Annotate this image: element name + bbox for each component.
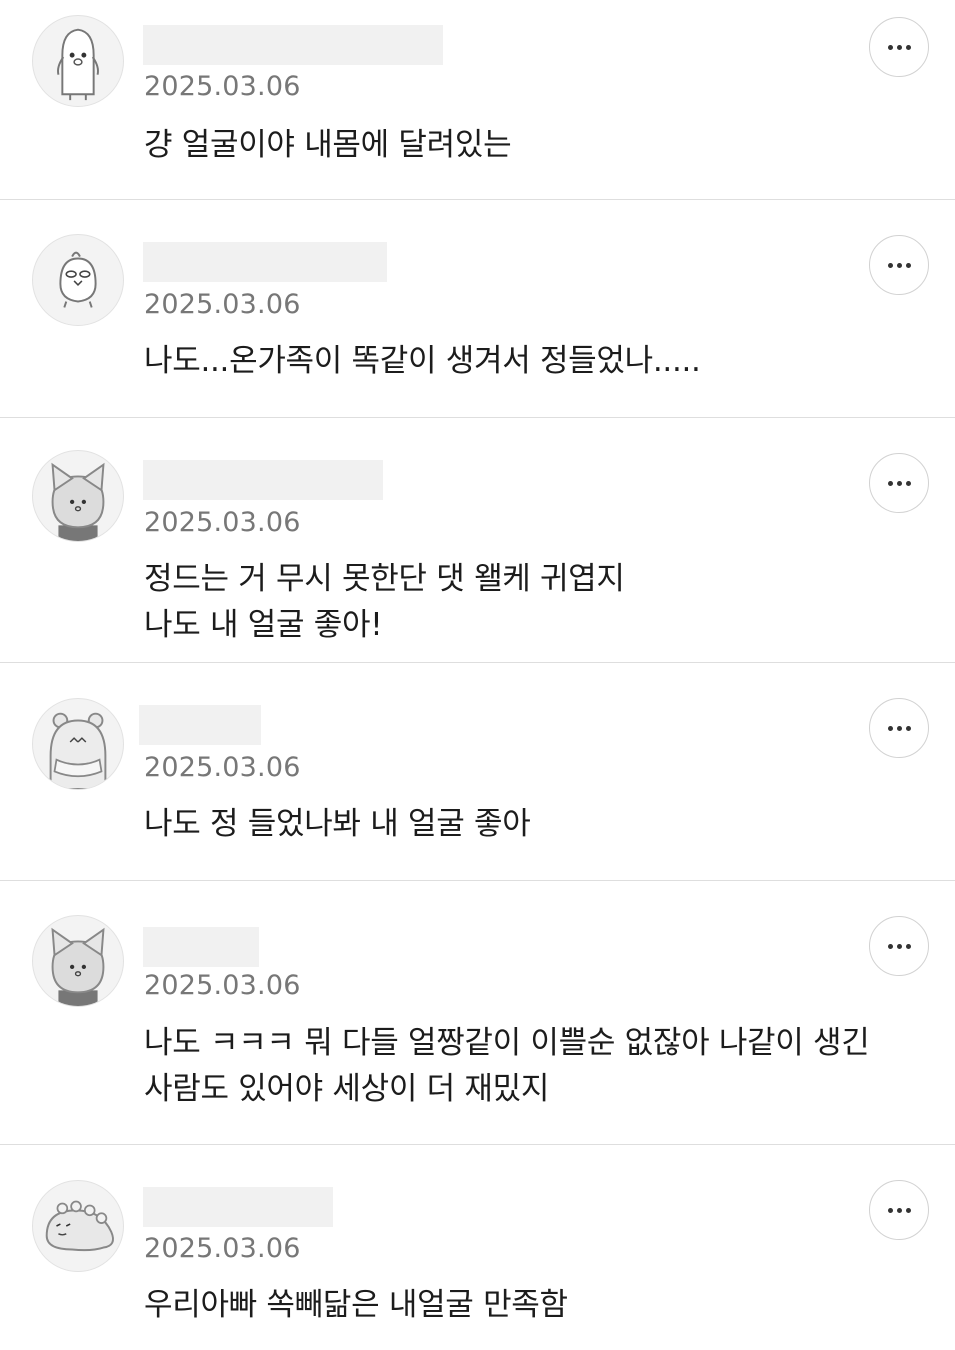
more-options-button[interactable] xyxy=(869,17,929,77)
more-horizontal-icon xyxy=(887,262,893,268)
more-dot xyxy=(905,480,911,486)
author-name-redacted[interactable] xyxy=(143,460,383,500)
comment-date: 2025.03.06 xyxy=(144,289,301,320)
more-options-button[interactable] xyxy=(869,698,929,758)
more-dot xyxy=(896,262,902,268)
comment-item: 2025.03.06 정드는 거 무시 못한단 댓 왤케 귀엽지 나도 내 얼굴… xyxy=(0,418,955,663)
comment-text: 나도 정 들었나봐 내 얼굴 좋아 xyxy=(144,801,915,847)
comment-text: 정드는 거 무시 못한단 댓 왤케 귀엽지 나도 내 얼굴 좋아! xyxy=(144,556,915,648)
more-options-button[interactable] xyxy=(869,235,929,295)
comment-item: 2025.03.06 걍 얼굴이야 내몸에 달려있는 xyxy=(0,0,955,200)
author-name-redacted[interactable] xyxy=(143,25,443,65)
comment-text-line: 걍 얼굴이야 내몸에 달려있는 xyxy=(144,127,512,163)
cat-avatar-icon[interactable] xyxy=(32,915,124,1007)
comment-date: 2025.03.06 xyxy=(144,1233,301,1264)
comment-text-line: 나도 내 얼굴 좋아! xyxy=(144,607,383,643)
cat-avatar-icon[interactable] xyxy=(32,450,124,542)
comment-text: 우리아빠 쏙빼닮은 내얼굴 만족함 xyxy=(144,1282,915,1328)
more-horizontal-icon xyxy=(887,480,893,486)
more-dot xyxy=(896,725,902,731)
more-dot xyxy=(896,480,902,486)
comment-text-line: 나도 ㅋㅋㅋ 뭐 다들 얼짱같이 이쁠순 없잖아 나같이 생긴 xyxy=(144,1025,870,1061)
comment-text: 나도 ㅋㅋㅋ 뭐 다들 얼짱같이 이쁠순 없잖아 나같이 생긴 사람도 있어야 … xyxy=(144,1020,915,1112)
more-dot xyxy=(905,44,911,50)
chick-avatar-icon[interactable] xyxy=(32,234,124,326)
comment-text: 나도...온가족이 똑같이 생겨서 정들었나..... xyxy=(144,338,915,384)
author-name-redacted[interactable] xyxy=(143,1187,333,1227)
author-name-redacted[interactable] xyxy=(143,242,387,282)
more-horizontal-icon xyxy=(887,943,893,949)
comment-text-line: 정드는 거 무시 못한단 댓 왤케 귀엽지 xyxy=(144,561,625,597)
comment-date: 2025.03.06 xyxy=(144,752,301,783)
comment-text-line: 나도...온가족이 똑같이 생겨서 정들었나..... xyxy=(144,343,701,379)
comment-date: 2025.03.06 xyxy=(144,507,301,538)
more-dot xyxy=(905,1207,911,1213)
more-dot xyxy=(896,1207,902,1213)
comment-date: 2025.03.06 xyxy=(144,71,301,102)
comment-text-line: 우리아빠 쏙빼닮은 내얼굴 만족함 xyxy=(144,1287,568,1323)
more-options-button[interactable] xyxy=(869,916,929,976)
comment-item: 2025.03.06 나도...온가족이 똑같이 생겨서 정들었나..... xyxy=(0,200,955,418)
more-dot xyxy=(896,44,902,50)
comment-date: 2025.03.06 xyxy=(144,970,301,1001)
more-dot xyxy=(905,943,911,949)
comment-item: 2025.03.06 나도 ㅋㅋㅋ 뭐 다들 얼짱같이 이쁠순 없잖아 나같이 … xyxy=(0,881,955,1145)
more-options-button[interactable] xyxy=(869,453,929,513)
comment-item: 2025.03.06 나도 정 들었나봐 내 얼굴 좋아 xyxy=(0,663,955,881)
comment-text: 걍 얼굴이야 내몸에 달려있는 xyxy=(144,122,915,168)
comment-item: 2025.03.06 우리아빠 쏙빼닮은 내얼굴 만족함 xyxy=(0,1145,955,1350)
author-name-redacted[interactable] xyxy=(139,705,261,745)
comment-text-line: 사람도 있어야 세상이 더 재밌지 xyxy=(144,1071,550,1107)
more-options-button[interactable] xyxy=(869,1180,929,1240)
more-horizontal-icon xyxy=(887,725,893,731)
comment-list: 2025.03.06 걍 얼굴이야 내몸에 달려있는 2025.03.06 나도… xyxy=(0,0,955,1350)
more-dot xyxy=(905,262,911,268)
more-dot xyxy=(896,943,902,949)
more-dot xyxy=(905,725,911,731)
more-horizontal-icon xyxy=(887,44,893,50)
dinosaur-avatar-icon[interactable] xyxy=(32,1180,124,1272)
more-horizontal-icon xyxy=(887,1207,893,1213)
bear-avatar-icon[interactable] xyxy=(32,698,124,790)
penguin-avatar-icon[interactable] xyxy=(32,15,124,107)
author-name-redacted[interactable] xyxy=(143,927,259,967)
comment-text-line: 나도 정 들었나봐 내 얼굴 좋아 xyxy=(144,806,531,842)
